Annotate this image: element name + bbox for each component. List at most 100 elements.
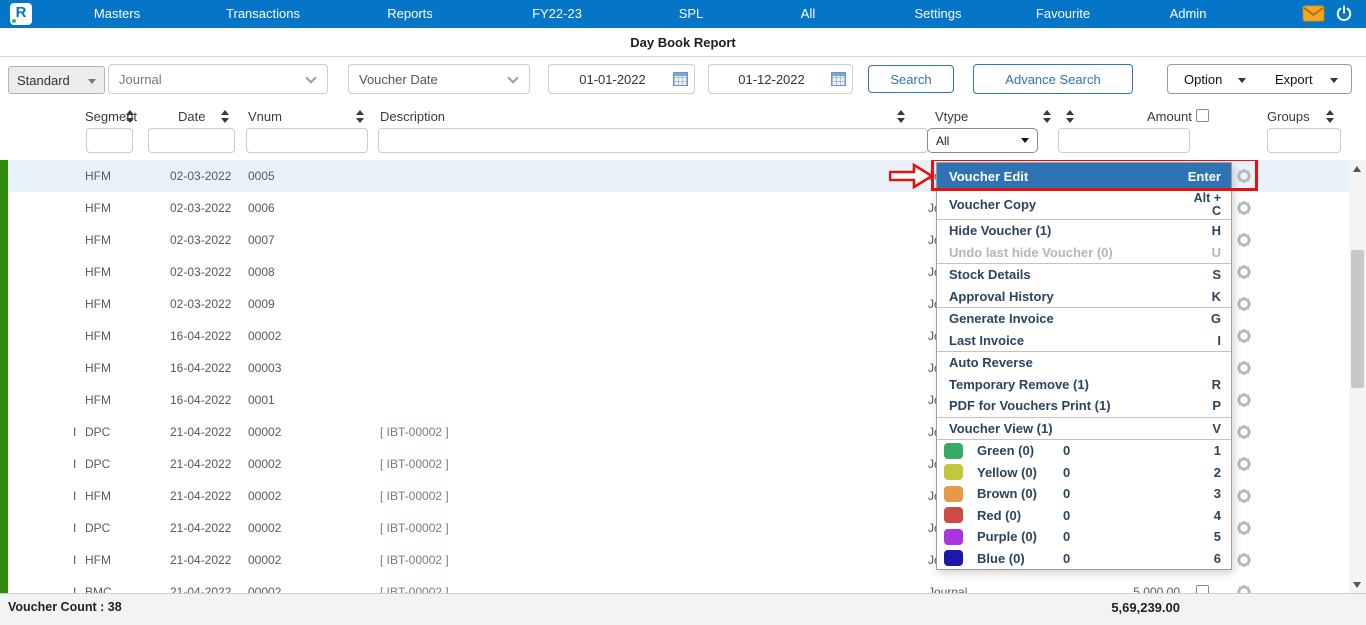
gear-icon[interactable]	[1236, 392, 1252, 408]
nav-item-transactions[interactable]: Transactions	[226, 6, 300, 21]
menu-item-undo-last-hide-voucher-0-[interactable]: Undo last hide Voucher (0) U	[937, 242, 1231, 264]
vnum-filter-input[interactable]	[246, 128, 368, 153]
nav-item-favourite[interactable]: Favourite	[1036, 6, 1090, 21]
gear-icon[interactable]	[1236, 424, 1252, 440]
nav-item-all[interactable]: All	[801, 6, 815, 21]
menu-item-yellow-0-[interactable]: Yellow (0) 0 2	[937, 462, 1231, 484]
export-button[interactable]: Export	[1259, 64, 1352, 94]
gear-icon[interactable]	[1236, 296, 1252, 312]
menu-item-label: Last Invoice	[949, 332, 1025, 348]
menu-item-purple-0-[interactable]: Purple (0) 0 5	[937, 526, 1231, 548]
scroll-up-button[interactable]	[1349, 160, 1366, 177]
profile-select[interactable]: Standard	[8, 66, 105, 94]
row-flag: I	[73, 457, 77, 471]
scroll-down-button[interactable]	[1349, 576, 1366, 593]
row-segment: HFM	[85, 361, 111, 375]
color-count: 0	[1063, 529, 1071, 545]
menu-item-last-invoice[interactable]: Last Invoice I	[937, 330, 1231, 352]
mail-icon[interactable]	[1302, 5, 1325, 22]
gear-icon[interactable]	[1236, 488, 1252, 504]
gear-icon[interactable]	[1236, 360, 1252, 376]
gear-icon[interactable]	[1236, 168, 1252, 184]
sort-date-icon[interactable]	[221, 110, 230, 123]
menu-item-shortcut: Alt + C	[1193, 190, 1221, 218]
menu-item-label: Approval History	[949, 288, 1054, 304]
menu-item-green-0-[interactable]: Green (0) 0 1	[937, 440, 1231, 462]
sort-vnum-icon[interactable]	[356, 110, 365, 123]
title-bar: Day Book Report	[0, 28, 1366, 57]
logo-green-dot	[12, 19, 16, 23]
row-flag: I	[73, 425, 77, 439]
menu-item-hide-voucher-1-[interactable]: Hide Voucher (1) H	[937, 220, 1231, 242]
row-vnum: 00002	[248, 457, 282, 471]
voucher-type-value: Journal	[119, 72, 162, 87]
menu-item-label: Yellow (0)	[977, 464, 1037, 480]
sort-segment-icon[interactable]	[126, 110, 135, 123]
color-swatch	[944, 528, 963, 545]
menu-item-blue-0-[interactable]: Blue (0) 0 6	[937, 548, 1231, 570]
menu-item-pdf-for-vouchers-print-1-[interactable]: PDF for Vouchers Print (1) P	[937, 395, 1231, 417]
table-row[interactable]: I BMC 21-04-2022 00002 [ IBT-00002 ] Jou…	[0, 576, 1366, 593]
row-date: 16-04-2022	[170, 393, 232, 407]
row-segment: HFM	[85, 489, 111, 503]
search-button[interactable]: Search	[868, 65, 954, 93]
nav-item-settings[interactable]: Settings	[915, 6, 962, 21]
menu-item-label: Voucher Edit	[949, 169, 1029, 184]
green-status-bar	[0, 160, 8, 593]
gear-icon[interactable]	[1236, 456, 1252, 472]
nav-item-fy22-23[interactable]: FY22-23	[532, 6, 582, 21]
calendar-icon[interactable]	[673, 72, 688, 86]
menu-item-red-0-[interactable]: Red (0) 0 4	[937, 505, 1231, 527]
color-count: 0	[1063, 443, 1071, 459]
gear-icon[interactable]	[1236, 584, 1252, 593]
nav-item-spl[interactable]: SPL	[679, 6, 704, 21]
description-filter-input[interactable]	[378, 128, 928, 153]
sort-vtype-icon[interactable]	[1043, 110, 1052, 123]
menu-item-voucher-copy[interactable]: Voucher Copy Alt + C	[937, 190, 1231, 219]
menu-item-stock-details[interactable]: Stock Details S	[937, 264, 1231, 286]
menu-item-voucher-edit[interactable]: Voucher Edit Enter	[937, 163, 1231, 190]
sort-groups-icon[interactable]	[1326, 110, 1335, 123]
row-checkbox[interactable]	[1196, 585, 1209, 593]
menu-item-shortcut: G	[1210, 311, 1221, 327]
amount-header-checkbox[interactable]	[1196, 109, 1209, 122]
power-icon[interactable]	[1335, 4, 1353, 23]
menu-item-voucher-view-1-[interactable]: Voucher View (1) V	[937, 418, 1231, 440]
segment-filter-input[interactable]	[86, 128, 133, 153]
vtype-filter-select[interactable]: All	[927, 128, 1038, 153]
menu-item-approval-history[interactable]: Approval History K	[937, 286, 1231, 308]
groups-filter-input[interactable]	[1267, 128, 1341, 153]
sort-amount-icon[interactable]	[1066, 110, 1075, 123]
nav-item-reports[interactable]: Reports	[387, 6, 433, 21]
gear-icon[interactable]	[1236, 328, 1252, 344]
app-logo[interactable]: R	[10, 3, 32, 25]
chevron-down-icon	[1330, 78, 1338, 83]
menu-item-label: Green (0)	[977, 443, 1035, 459]
menu-item-generate-invoice[interactable]: Generate Invoice G	[937, 308, 1231, 330]
date-filter-input[interactable]	[148, 128, 235, 153]
gear-icon[interactable]	[1236, 200, 1252, 216]
option-button[interactable]: Option	[1167, 64, 1260, 94]
nav-item-masters[interactable]: Masters	[94, 6, 140, 21]
scrollbar-thumb[interactable]	[1351, 250, 1364, 388]
menu-item-brown-0-[interactable]: Brown (0) 0 3	[937, 483, 1231, 505]
gear-icon[interactable]	[1236, 264, 1252, 280]
date-field-select[interactable]: Voucher Date	[348, 64, 530, 94]
sort-description-icon[interactable]	[897, 110, 906, 123]
row-vnum: 0005	[248, 169, 275, 183]
calendar-icon[interactable]	[831, 72, 846, 86]
menu-item-shortcut: S	[1212, 267, 1221, 283]
nav-item-admin[interactable]: Admin	[1170, 6, 1207, 21]
gear-icon[interactable]	[1236, 232, 1252, 248]
gear-icon[interactable]	[1236, 520, 1252, 536]
profile-select-value: Standard	[17, 73, 70, 88]
voucher-type-select[interactable]: Journal	[108, 64, 328, 94]
amount-filter-input[interactable]	[1058, 128, 1190, 153]
menu-item-shortcut: U	[1211, 244, 1221, 260]
advance-search-button[interactable]: Advance Search	[973, 64, 1133, 94]
row-vnum: 0001	[248, 393, 275, 407]
menu-item-auto-reverse[interactable]: Auto Reverse	[937, 352, 1231, 374]
menu-item-temporary-remove-1-[interactable]: Temporary Remove (1) R	[937, 374, 1231, 396]
vertical-scrollbar[interactable]	[1349, 160, 1366, 593]
gear-icon[interactable]	[1236, 552, 1252, 568]
